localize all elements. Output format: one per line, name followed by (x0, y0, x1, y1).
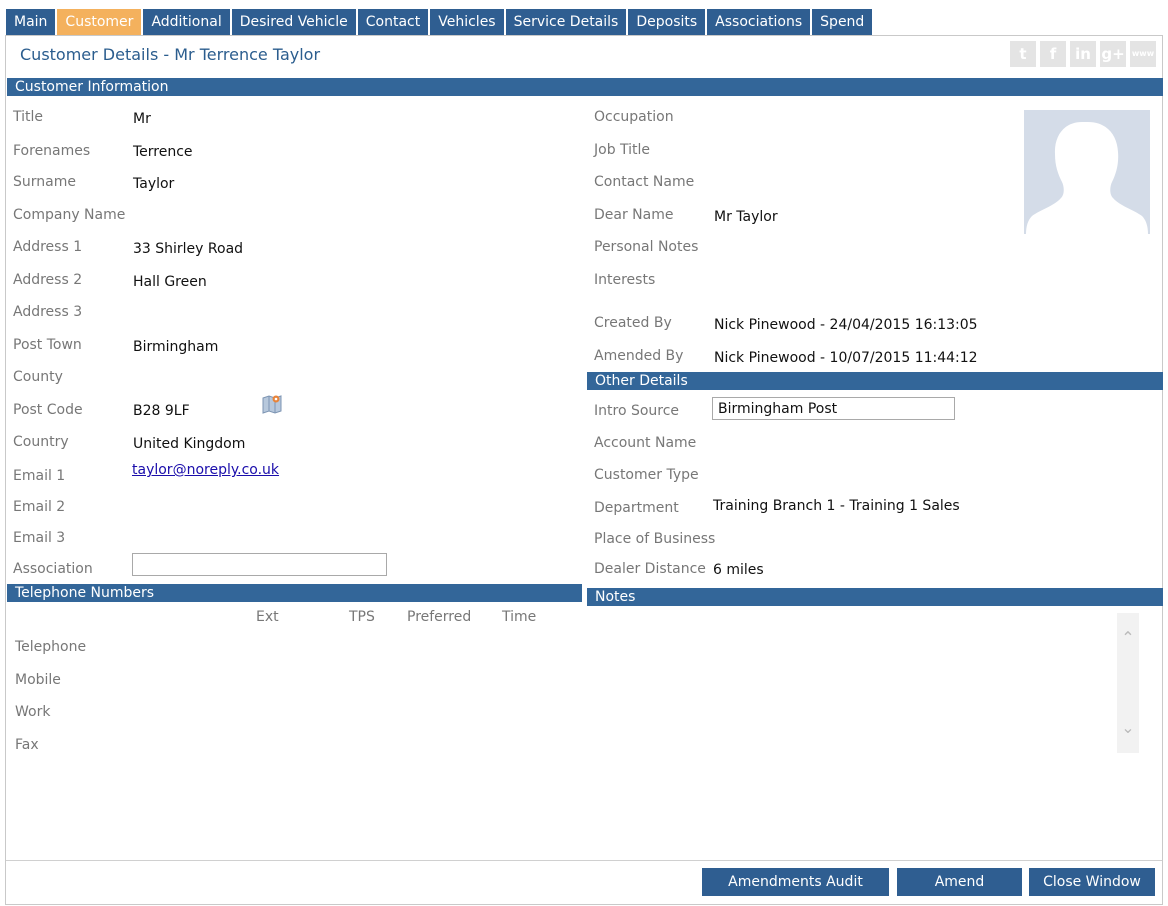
address2-label: Address 2 (13, 272, 83, 288)
email1-link[interactable]: taylor@noreply.co.uk (132, 462, 279, 478)
address1-value: 33 Shirley Road (133, 241, 244, 257)
tab-bar: Main Customer Additional Desired Vehicle… (6, 9, 875, 35)
email3-label: Email 3 (13, 530, 66, 546)
department-label: Department (594, 500, 679, 516)
customer-panel: Customer Details - Mr Terrence Taylor t … (5, 35, 1163, 905)
twitter-icon[interactable]: t (1010, 41, 1036, 67)
tab-vehicles[interactable]: Vehicles (430, 9, 506, 35)
tel-row-work: Work (15, 704, 51, 720)
forenames-label: Forenames (13, 143, 91, 159)
tab-additional[interactable]: Additional (143, 9, 232, 35)
interests-label: Interests (594, 272, 656, 288)
tel-row-mobile: Mobile (15, 672, 61, 688)
address2-value: Hall Green (133, 274, 207, 290)
customer-type-label: Customer Type (594, 467, 699, 483)
tel-col-time: Time (502, 609, 537, 625)
intro-source-label: Intro Source (594, 403, 680, 419)
association-input[interactable] (132, 553, 387, 576)
section-notes: Notes (587, 588, 1163, 606)
page-title: Customer Details - Mr Terrence Taylor (20, 45, 321, 64)
country-label: Country (13, 434, 69, 450)
dealer-distance-value: 6 miles (713, 562, 764, 578)
post-town-value: Birmingham (133, 339, 219, 355)
tab-desired-vehicle[interactable]: Desired Vehicle (231, 9, 358, 35)
email2-label: Email 2 (13, 499, 66, 515)
surname-value: Taylor (133, 176, 175, 192)
surname-label: Surname (13, 174, 76, 190)
job-title-label: Job Title (594, 142, 651, 158)
intro-source-input[interactable] (712, 397, 955, 420)
website-icon[interactable]: www (1130, 41, 1156, 67)
chevron-up-icon[interactable]: ⌃ (1117, 628, 1139, 648)
dear-name-label: Dear Name (594, 207, 674, 223)
section-customer-information: Customer Information (7, 78, 1163, 96)
dealer-distance-label: Dealer Distance (594, 561, 706, 577)
post-code-value: B28 9LF (133, 403, 190, 419)
googleplus-icon[interactable]: g+ (1100, 41, 1126, 67)
map-icon[interactable] (261, 393, 283, 415)
association-label: Association (13, 561, 93, 577)
account-name-label: Account Name (594, 435, 697, 451)
tel-row-telephone: Telephone (15, 639, 87, 655)
tel-col-ext: Ext (256, 609, 279, 625)
tel-col-preferred: Preferred (407, 609, 472, 625)
dear-name-value: Mr Taylor (714, 209, 778, 225)
title-value: Mr (133, 111, 151, 127)
footer-divider (6, 860, 1162, 861)
tab-associations[interactable]: Associations (707, 9, 813, 35)
post-town-label: Post Town (13, 337, 82, 353)
tel-col-tps: TPS (349, 609, 375, 625)
address1-label: Address 1 (13, 239, 83, 255)
contact-name-label: Contact Name (594, 174, 695, 190)
avatar-silhouette-icon (1024, 110, 1150, 234)
tel-row-fax: Fax (15, 737, 39, 753)
amend-button[interactable]: Amend (897, 868, 1022, 896)
chevron-down-icon[interactable]: ⌄ (1117, 718, 1139, 738)
created-by-value: Nick Pinewood - 24/04/2015 16:13:05 (714, 317, 978, 333)
address3-label: Address 3 (13, 304, 83, 320)
close-window-button[interactable]: Close Window (1029, 868, 1155, 896)
created-by-label: Created By (594, 315, 672, 331)
occupation-label: Occupation (594, 109, 674, 125)
forenames-value: Terrence (133, 144, 193, 160)
department-value: Training Branch 1 - Training 1 Sales (713, 498, 960, 514)
section-other-details: Other Details (587, 372, 1163, 390)
company-name-label: Company Name (13, 207, 126, 223)
personal-notes-label: Personal Notes (594, 239, 699, 255)
amendments-audit-button[interactable]: Amendments Audit (702, 868, 889, 896)
amended-by-label: Amended By (594, 348, 684, 364)
title-label: Title (13, 109, 44, 125)
tab-main[interactable]: Main (6, 9, 58, 35)
facebook-icon[interactable]: f (1040, 41, 1066, 67)
tab-customer[interactable]: Customer (57, 9, 144, 35)
post-code-label: Post Code (13, 402, 83, 418)
amended-by-value: Nick Pinewood - 10/07/2015 11:44:12 (714, 350, 978, 366)
place-of-business-label: Place of Business (594, 531, 716, 547)
tab-spend[interactable]: Spend (812, 9, 875, 35)
email1-label: Email 1 (13, 468, 66, 484)
country-value: United Kingdom (133, 436, 246, 452)
county-label: County (13, 369, 63, 385)
social-links: t f in g+ www (1010, 41, 1156, 67)
linkedin-icon[interactable]: in (1070, 41, 1096, 67)
tab-deposits[interactable]: Deposits (628, 9, 708, 35)
customer-photo-placeholder (1024, 110, 1150, 234)
section-telephone-numbers: Telephone Numbers (7, 584, 582, 602)
tab-contact[interactable]: Contact (357, 9, 431, 35)
notes-scrollbar[interactable]: ⌃ ⌄ (1117, 613, 1139, 753)
tab-service-details[interactable]: Service Details (505, 9, 629, 35)
